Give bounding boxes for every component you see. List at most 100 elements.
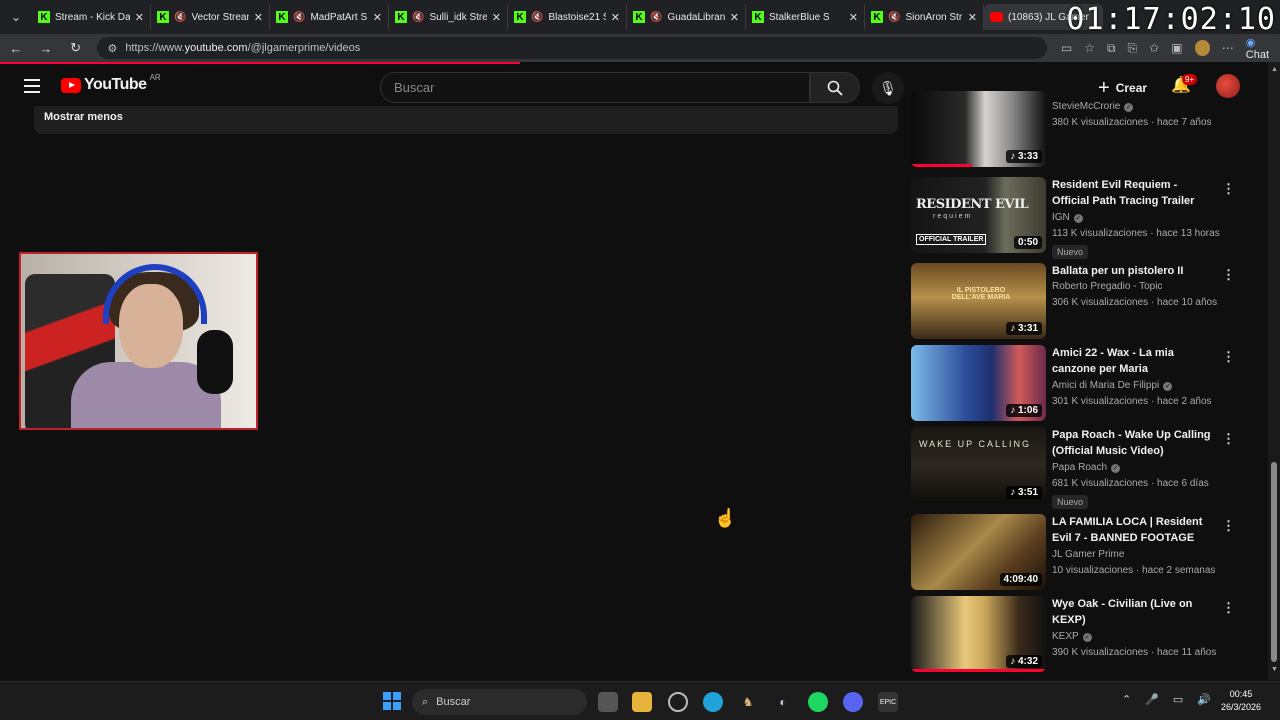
video-item[interactable]: ♪ 3:33 StevieMcCrorie ✓ 380 K visualizacion… [911,91,1241,167]
muted-speaker-icon[interactable]: 🔇 [174,12,186,23]
more-options-icon[interactable]: ⋮ [1222,181,1235,197]
url-field[interactable]: ⚙ https://www.youtube.com/@jlgamerprime/… [97,37,1047,59]
page-scrollbar[interactable]: ▲ ▼ [1268,62,1280,680]
video-thumbnail[interactable]: RESIDENT EVIL requiem OFFICIAL TRAILER 0:50 [911,177,1046,253]
tab-close-icon[interactable]: ✕ [373,11,382,24]
search-button[interactable] [810,72,860,103]
video-title[interactable]: Ballata per un pistolero II [1052,263,1217,279]
channel-name[interactable]: Amici di Maria De Filippi ✓ [1052,380,1173,391]
browser-tab[interactable]: K 🔇 Sulli_idk Stre ✕ [389,4,508,30]
channel-name[interactable]: Roberto Pregadio - Topic [1052,281,1162,292]
browser-tab[interactable]: K 🔇 Blastoise21 S ✕ [508,4,627,30]
tab-close-icon[interactable]: ✕ [968,11,977,24]
video-thumbnail[interactable]: IL PISTOLERO DELL'AVE MARIA ♪ 3:31 [911,263,1046,339]
menu-hamburger-icon[interactable] [24,79,40,93]
browser-tab[interactable]: K 🔇 GuadaLibran ✕ [627,4,746,30]
epic-games-icon[interactable]: EPIC [878,692,898,712]
video-item[interactable]: ♪ 1:06 Amici 22 - Wax - La mia canzone pe… [911,345,1241,421]
file-explorer-icon[interactable] [632,692,652,712]
video-item[interactable]: 4:09:40 LA FAMILIA LOCA | Resident Evil 7… [911,514,1241,590]
network-icon[interactable]: ▭ [1173,693,1183,706]
windows-start-icon[interactable] [383,692,401,710]
tray-chevron-icon[interactable]: ⌃ [1122,693,1131,706]
tray-mic-icon[interactable]: 🎤 [1145,693,1159,706]
channel-name[interactable]: IGN ✓ [1052,212,1083,223]
video-title[interactable]: Resident Evil Requiem - Official Path Tr… [1052,177,1217,209]
game-launcher-icon[interactable]: ♞ [738,692,758,712]
steam-icon[interactable]: ◐ [773,692,793,712]
menu-dots-icon[interactable]: ⋯ [1222,41,1234,55]
spotify-icon[interactable] [808,692,828,712]
video-thumbnail[interactable]: ♪ 3:33 [911,91,1046,167]
volume-icon[interactable]: 🔊 [1197,693,1211,706]
tab-search-dropdown[interactable]: ⌄ [0,0,32,34]
video-thumbnail[interactable]: ♪ 4:32 [911,596,1046,672]
edge-browser-icon[interactable] [703,692,723,712]
channel-name[interactable]: StevieMcCrorie ✓ [1052,101,1134,112]
video-title[interactable]: LA FAMILIA LOCA | Resident Evil 7 - BANN… [1052,514,1217,546]
video-item[interactable]: RESIDENT EVIL requiem OFFICIAL TRAILER 0:50… [911,177,1241,259]
more-options-icon[interactable]: ⋮ [1222,600,1235,616]
browser-tab[interactable]: K StalkerBlue S ✕ [746,4,865,30]
tab-close-icon[interactable]: ✕ [135,11,144,24]
tab-close-icon[interactable]: ✕ [611,11,620,24]
collections-icon[interactable]: ▣ [1171,41,1182,55]
profile-avatar-icon[interactable] [1194,40,1210,56]
more-options-icon[interactable]: ⋮ [1222,267,1235,283]
video-duration: ♪ 3:33 [1006,150,1042,163]
site-info-icon[interactable]: ⚙ [107,42,117,55]
more-options-icon[interactable]: ⋮ [1222,349,1235,365]
channel-name[interactable]: KEXP ✓ [1052,631,1092,642]
muted-speaker-icon[interactable]: 🔇 [531,12,543,23]
youtube-logo[interactable]: YouTube AR [61,73,161,94]
browser-tab[interactable]: K 🔇 MadPatArt S ✕ [270,4,389,30]
url-prefix: https://www. [125,42,185,54]
video-title[interactable]: Papa Roach - Wake Up Calling (Official M… [1052,427,1217,459]
extensions-icon[interactable]: ⧉ [1107,41,1116,56]
taskbar-search[interactable]: ⌕ Buscar [412,689,587,715]
tab-close-icon[interactable]: ✕ [849,11,858,24]
browser-tab[interactable]: K 🔇 Vector Strean ✕ [151,4,270,30]
channel-name[interactable]: JL Gamer Prime [1052,549,1124,560]
favorites-icon[interactable]: ✩ [1149,41,1159,55]
video-meta: 380 K visualizaciones · hace 7 años [1052,117,1212,128]
taskbar-clock[interactable]: 00:45 26/3/2026 [1212,688,1270,714]
more-options-icon[interactable]: ⋮ [1222,431,1235,447]
split-screen-icon[interactable]: ⎘ [1128,41,1138,56]
task-view-icon[interactable] [598,692,618,712]
scroll-up-icon[interactable]: ▲ [1271,66,1278,73]
video-title[interactable]: Amici 22 - Wax - La mia canzone per Mari… [1052,345,1217,377]
scroll-thumb[interactable] [1271,462,1277,662]
muted-speaker-icon[interactable]: 🔇 [412,12,424,23]
tab-close-icon[interactable]: ✕ [254,11,263,24]
scroll-down-icon[interactable]: ▼ [1271,666,1278,673]
search-input[interactable]: Buscar [380,72,810,103]
video-item[interactable]: WAKE UP CALLING ♪ 3:51 Papa Roach - Wake U… [911,427,1241,509]
obs-icon[interactable] [668,692,688,712]
tab-close-icon[interactable]: ✕ [730,11,739,24]
discord-icon[interactable] [843,692,863,712]
browser-tab[interactable]: K 🔇 SionAron Str ✕ [865,4,984,30]
video-thumbnail[interactable]: 4:09:40 [911,514,1046,590]
voice-search-button[interactable]: 🎙 [872,72,904,104]
reader-view-icon[interactable]: ▭ [1061,41,1072,55]
show-less-button[interactable]: Mostrar menos [34,106,898,134]
back-icon[interactable]: ← [8,41,24,56]
video-title[interactable]: Wye Oak - Civilian (Live on KEXP) [1052,596,1217,628]
video-item[interactable]: IL PISTOLERO DELL'AVE MARIA ♪ 3:31 Ballata… [911,263,1241,339]
video-thumbnail[interactable]: WAKE UP CALLING ♪ 3:51 [911,427,1046,503]
video-item[interactable]: ♪ 4:32 Wye Oak - Civilian (Live on KEXP) ⋮… [911,596,1241,672]
browser-tab[interactable]: K Stream - Kick Da ✕ [32,4,151,30]
tab-close-icon[interactable]: ✕ [492,11,501,24]
muted-speaker-icon[interactable]: 🔇 [888,12,900,23]
forward-icon[interactable]: → [38,41,54,56]
favorite-star-icon[interactable]: ☆ [1084,41,1095,55]
reload-icon[interactable]: ↻ [68,40,84,56]
show-less-label: Mostrar menos [44,111,123,123]
muted-speaker-icon[interactable]: 🔇 [650,12,662,23]
copilot-chat-button[interactable]: ◉ Chat [1246,36,1280,61]
muted-speaker-icon[interactable]: 🔇 [293,12,305,23]
more-options-icon[interactable]: ⋮ [1222,518,1235,534]
channel-name[interactable]: Papa Roach ✓ [1052,462,1121,473]
video-thumbnail[interactable]: ♪ 1:06 [911,345,1046,421]
